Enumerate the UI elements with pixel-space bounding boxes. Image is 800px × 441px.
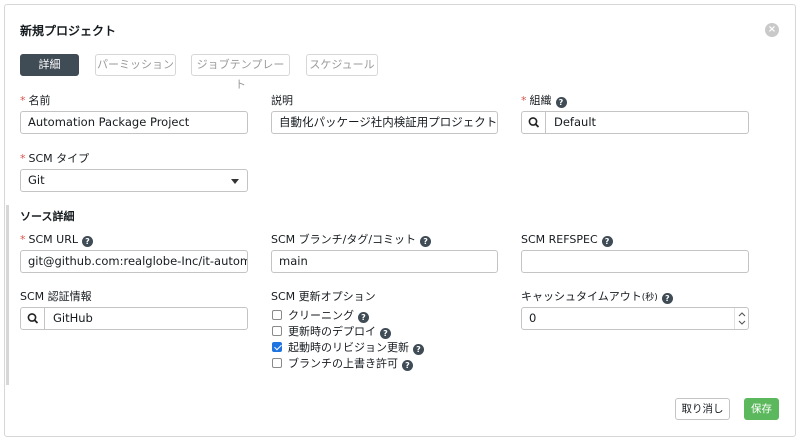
scm-credential-lookup[interactable]: GitHub	[20, 307, 248, 330]
option-allow-branch-override[interactable]: ブランチの上書き許可?	[272, 357, 413, 371]
help-icon[interactable]: ?	[380, 328, 391, 339]
help-icon[interactable]: ?	[661, 293, 673, 304]
required-mark: *	[20, 94, 26, 107]
scm-credential-value: GitHub	[53, 311, 93, 325]
scm-type-select[interactable]: Git	[20, 169, 248, 192]
description-label: 説明	[271, 94, 293, 107]
help-icon[interactable]: ?	[555, 97, 567, 108]
option-clean[interactable]: クリーニング?	[272, 309, 369, 323]
close-icon[interactable]: ×	[765, 23, 779, 37]
cache-timeout-value: 0	[529, 311, 537, 325]
help-icon[interactable]: ?	[601, 236, 613, 247]
search-button[interactable]	[522, 112, 546, 133]
scm-type-value: Git	[28, 173, 45, 187]
cache-timeout-label-text: キャッシュタイムアウト	[521, 290, 642, 303]
search-icon	[528, 117, 540, 128]
source-details-title: ソース詳細	[20, 210, 75, 223]
option-delete-on-update[interactable]: 更新時のデプロイ?	[272, 325, 391, 339]
scm-url-label: * SCM URL?	[20, 233, 93, 247]
help-icon[interactable]: ?	[420, 236, 432, 247]
allow-branch-override-checkbox[interactable]	[272, 358, 282, 368]
name-label: * 名前	[20, 94, 51, 108]
update-on-launch-checkbox[interactable]	[272, 342, 282, 352]
organization-lookup[interactable]: Default	[521, 111, 749, 134]
clean-label: クリーニング	[288, 309, 354, 322]
description-input[interactable]: 自動化パッケージ社内検証用プロジェクト	[271, 111, 498, 134]
scm-type-label-text: SCM タイプ	[28, 152, 90, 165]
delete-on-update-label: 更新時のデプロイ	[288, 325, 376, 338]
scm-refspec-input[interactable]	[521, 250, 749, 273]
scm-credential-label: SCM 認証情報	[20, 290, 92, 303]
search-button[interactable]	[21, 308, 45, 329]
cache-timeout-input[interactable]: 0	[521, 307, 749, 330]
scm-url-label-text: SCM URL	[28, 233, 78, 246]
tab-job-templates[interactable]: ジョブテンプレート	[191, 54, 290, 91]
save-button[interactable]: 保存	[744, 398, 779, 420]
scm-update-options-label: SCM 更新オプション	[271, 290, 376, 303]
required-mark: *	[521, 94, 527, 107]
cancel-button[interactable]: 取り消し	[675, 398, 730, 420]
delete-on-update-checkbox[interactable]	[272, 326, 282, 336]
tab-permissions[interactable]: パーミッション	[95, 54, 176, 76]
scm-branch-label-text: SCM ブランチ/タグ/コミット	[271, 233, 417, 246]
scm-refspec-label: SCM REFSPEC?	[521, 233, 613, 247]
cache-timeout-unit: (秒)	[641, 293, 658, 303]
update-on-launch-label: 起動時のリビジョン更新	[288, 341, 409, 354]
caret-down-icon	[231, 179, 239, 184]
spinner-arrows-icon	[738, 312, 746, 325]
name-input[interactable]: Automation Package Project	[20, 111, 248, 134]
tab-details[interactable]: 詳細	[20, 54, 79, 76]
dialog-title: 新規プロジェクト	[20, 24, 117, 38]
organization-value: Default	[554, 115, 597, 129]
help-icon[interactable]: ?	[413, 344, 424, 355]
organization-label-text: 組織	[529, 94, 552, 107]
cache-timeout-label: キャッシュタイムアウト(秒)?	[521, 290, 673, 305]
tab-schedules[interactable]: スケジュール	[306, 54, 378, 76]
scm-refspec-label-text: SCM REFSPEC	[521, 233, 598, 246]
scm-type-label: * SCM タイプ	[20, 152, 89, 166]
search-icon	[27, 313, 39, 324]
allow-branch-override-label: ブランチの上書き許可	[288, 357, 398, 370]
scm-branch-input[interactable]: main	[271, 250, 498, 273]
organization-label: * 組織?	[521, 94, 567, 108]
help-icon[interactable]: ?	[358, 312, 369, 323]
scm-url-input[interactable]: git@github.com:realglobe-Inc/it-automati…	[20, 250, 248, 273]
scm-branch-label: SCM ブランチ/タグ/コミット?	[271, 233, 432, 247]
name-label-text: 名前	[28, 94, 51, 107]
help-icon[interactable]: ?	[402, 360, 413, 371]
option-update-on-launch[interactable]: 起動時のリビジョン更新?	[272, 341, 424, 355]
required-mark: *	[20, 233, 26, 246]
number-spinner[interactable]	[734, 308, 748, 329]
required-mark: *	[20, 152, 26, 165]
clean-checkbox[interactable]	[272, 310, 282, 320]
help-icon[interactable]: ?	[81, 236, 93, 247]
section-divider	[6, 205, 9, 385]
